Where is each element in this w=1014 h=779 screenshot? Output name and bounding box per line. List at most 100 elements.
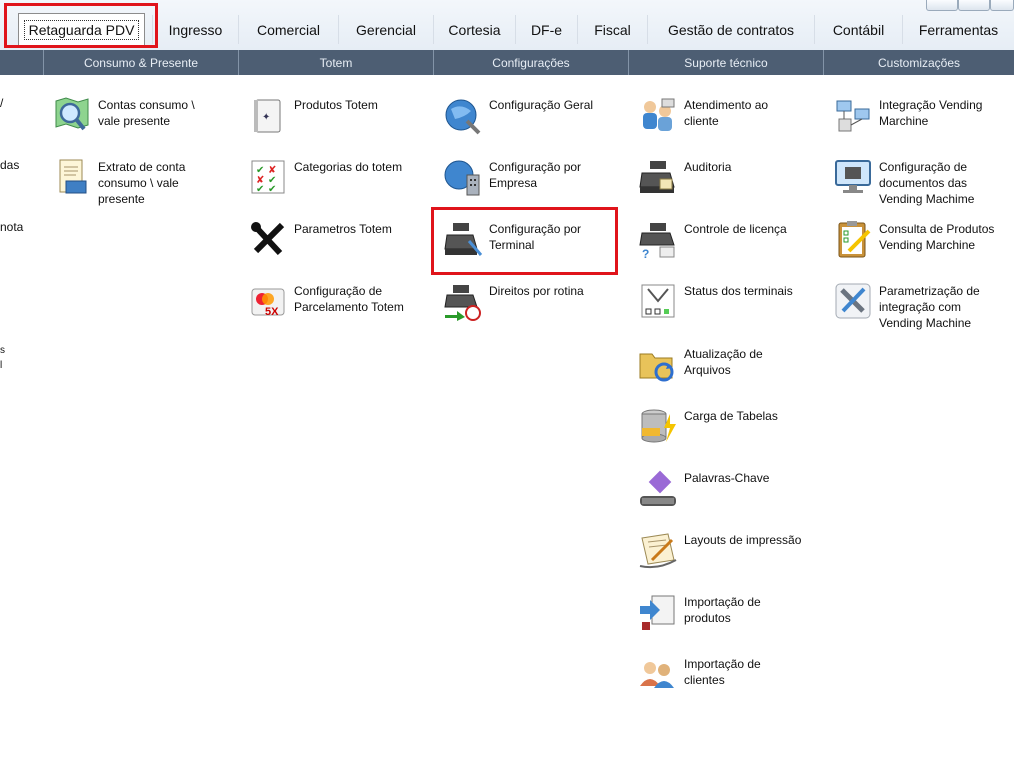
products-book-icon: ✦ bbox=[248, 95, 288, 135]
partial-item-text[interactable]: s bbox=[0, 345, 5, 356]
statement-icon bbox=[52, 157, 92, 197]
tools-icon bbox=[248, 219, 288, 259]
section-header-suporte: Suporte técnico bbox=[628, 50, 823, 75]
menu-item-label: Atendimento ao cliente bbox=[684, 98, 769, 128]
menu-item-label: Configuração Geral bbox=[489, 98, 594, 112]
terminal-status-icon bbox=[638, 281, 678, 321]
svg-text:5X: 5X bbox=[265, 306, 279, 318]
clipboard-pencil-icon bbox=[833, 219, 873, 259]
menu-item-layouts-impressao[interactable]: Layouts de impressão bbox=[638, 530, 804, 570]
menu-item-palavras-chave[interactable]: Palavras-Chave bbox=[638, 468, 804, 508]
partial-item-text[interactable]: das bbox=[0, 158, 19, 172]
menu-item-label: Status dos terminais bbox=[684, 284, 793, 298]
menu-item-label: Importação de clientes bbox=[684, 657, 761, 687]
print-layout-icon bbox=[638, 530, 678, 570]
menu-item-label: Configuração de documentos das Vending M… bbox=[879, 160, 975, 206]
window-minimize-button[interactable] bbox=[926, 0, 958, 11]
menu-item-atualizacao-arquivos[interactable]: Atualização de Arquivos bbox=[638, 344, 804, 384]
tab-ingresso[interactable]: Ingresso bbox=[152, 15, 238, 44]
menu-item-parametrizacao-integracao-vending[interactable]: Parametrização de integração com Vending… bbox=[833, 281, 999, 331]
menu-item-label: Auditoria bbox=[684, 160, 732, 174]
highlight-box-tab bbox=[4, 3, 158, 48]
menu-item-label: Parametrização de integração com Vending… bbox=[879, 284, 980, 330]
menu-item-consulta-produtos-vending[interactable]: Consulta de Produtos Vending Marchine bbox=[833, 219, 999, 259]
menu-item-label: Configuração de Parcelamento Totem bbox=[294, 284, 404, 314]
menu-item-label: Palavras-Chave bbox=[684, 471, 770, 485]
map-magnifier-icon bbox=[52, 95, 92, 135]
menu-item-label: Extrato de conta consumo \ vale presente bbox=[98, 160, 186, 206]
menu-item-parcelamento-totem[interactable]: 5X Configuração de Parcelamento Totem bbox=[248, 281, 414, 321]
section-header-customizacoes: Customizações bbox=[823, 50, 1014, 75]
svg-text:✔: ✔ bbox=[256, 184, 264, 195]
menu-item-label: Carga de Tabelas bbox=[684, 409, 778, 423]
menu-item-configuracao-documentos-vending[interactable]: Configuração de documentos das Vending M… bbox=[833, 157, 999, 207]
support-people-icon bbox=[638, 95, 678, 135]
menu-item-importacao-produtos[interactable]: Importação de produtos bbox=[638, 592, 804, 632]
tab-cortesia[interactable]: Cortesia bbox=[433, 15, 515, 44]
tab-gestao-de-contratos[interactable]: Gestão de contratos bbox=[647, 15, 814, 44]
tab-fiscal[interactable]: Fiscal bbox=[577, 15, 647, 44]
svg-text:✦: ✦ bbox=[262, 112, 270, 123]
window-close-button[interactable] bbox=[990, 0, 1014, 11]
menu-item-produtos-totem[interactable]: ✦ Produtos Totem bbox=[248, 95, 414, 135]
highlight-box-configuracao-terminal bbox=[431, 207, 618, 275]
menu-item-categorias-totem[interactable]: ✔ ✘ ✘ ✔ ✔ ✔ Categorias do totem bbox=[248, 157, 414, 197]
partial-item-text[interactable]: / bbox=[0, 96, 3, 110]
tab-ferramentas[interactable]: Ferramentas bbox=[902, 15, 1014, 44]
credit-card-5x-icon: 5X bbox=[248, 281, 288, 321]
monitor-register-icon bbox=[833, 157, 873, 197]
menu-item-label: Atualização de Arquivos bbox=[684, 347, 763, 377]
partial-item-text[interactable]: l bbox=[0, 360, 2, 371]
menu-item-label: Produtos Totem bbox=[294, 98, 378, 112]
folder-refresh-icon bbox=[638, 344, 678, 384]
menu-item-contas-consumo[interactable]: Contas consumo \ vale presente bbox=[52, 95, 218, 135]
menu-item-configuracao-empresa[interactable]: Configuração por Empresa bbox=[443, 157, 609, 197]
menu-item-label: Layouts de impressão bbox=[684, 533, 802, 547]
tab-comercial[interactable]: Comercial bbox=[238, 15, 338, 44]
menu-item-label: Consulta de Produtos Vending Marchine bbox=[879, 222, 995, 252]
menu-item-label: Configuração por Empresa bbox=[489, 160, 582, 190]
categories-grid-icon: ✔ ✘ ✘ ✔ ✔ ✔ bbox=[248, 157, 288, 197]
section-header-partial bbox=[0, 50, 43, 75]
menu-item-direitos-rotina[interactable]: Direitos por rotina bbox=[443, 281, 609, 321]
partial-item-text[interactable]: nota bbox=[0, 220, 23, 234]
database-load-icon bbox=[638, 406, 678, 446]
section-header-consumo: Consumo & Presente bbox=[43, 50, 238, 75]
svg-text:?: ? bbox=[642, 247, 649, 259]
import-clients-icon bbox=[638, 654, 678, 694]
menu-item-label: Categorias do totem bbox=[294, 160, 403, 174]
menu-item-label: Contas consumo \ vale presente bbox=[98, 98, 195, 128]
menu-item-importacao-clientes[interactable]: Importação de clientes bbox=[638, 654, 804, 694]
menu-item-integracao-vending[interactable]: Integração Vending Marchine bbox=[833, 95, 999, 135]
register-audit-icon bbox=[638, 157, 678, 197]
menu-item-atendimento-cliente[interactable]: Atendimento ao cliente bbox=[638, 95, 804, 135]
window-maximize-button[interactable] bbox=[958, 0, 990, 11]
tab-contabil[interactable]: Contábil bbox=[814, 15, 902, 44]
menu-item-label: Controle de licença bbox=[684, 222, 787, 236]
network-computers-icon bbox=[833, 95, 873, 135]
tab-dfe[interactable]: DF-e bbox=[515, 15, 577, 44]
menu-item-extrato-conta-consumo[interactable]: Extrato de conta consumo \ vale presente bbox=[52, 157, 218, 207]
register-license-icon: ? bbox=[638, 219, 678, 259]
globe-building-icon bbox=[443, 157, 483, 197]
globe-tools-icon bbox=[443, 95, 483, 135]
import-products-icon bbox=[638, 592, 678, 632]
register-clock-icon bbox=[443, 281, 483, 321]
key-abc-icon bbox=[638, 468, 678, 508]
svg-text:✔: ✔ bbox=[268, 184, 276, 195]
section-header-totem: Totem bbox=[238, 50, 433, 75]
menu-item-carga-tabelas[interactable]: Carga de Tabelas bbox=[638, 406, 804, 446]
tab-gerencial[interactable]: Gerencial bbox=[338, 15, 433, 44]
menu-item-label: Parametros Totem bbox=[294, 222, 392, 236]
menu-item-label: Integração Vending Marchine bbox=[879, 98, 983, 128]
menu-item-label: Importação de produtos bbox=[684, 595, 761, 625]
menu-item-auditoria[interactable]: Auditoria bbox=[638, 157, 804, 197]
section-header-bar: Consumo & Presente Totem Configurações S… bbox=[0, 50, 1014, 75]
section-header-configuracoes: Configurações bbox=[433, 50, 628, 75]
wrench-screwdriver-icon bbox=[833, 281, 873, 321]
menu-item-label: Direitos por rotina bbox=[489, 284, 584, 298]
menu-item-controle-licenca[interactable]: ? Controle de licença bbox=[638, 219, 804, 259]
menu-item-parametros-totem[interactable]: Parametros Totem bbox=[248, 219, 414, 259]
menu-item-status-terminais[interactable]: Status dos terminais bbox=[638, 281, 804, 321]
menu-item-configuracao-geral[interactable]: Configuração Geral bbox=[443, 95, 609, 135]
